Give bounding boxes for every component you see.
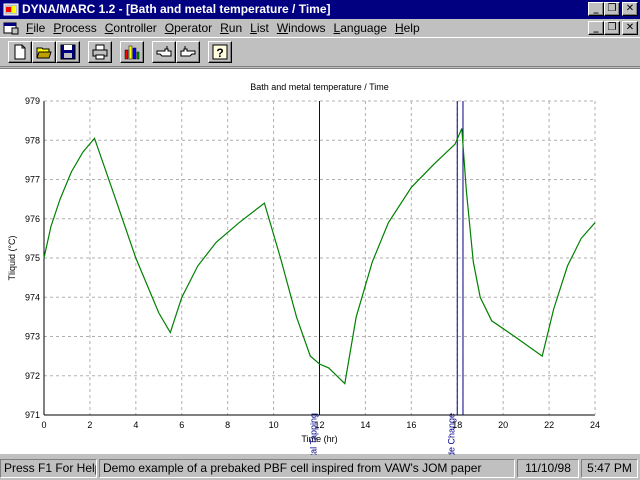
title-bar[interactable]: DYNA/MARC 1.2 - [Bath and metal temperat…	[0, 0, 640, 19]
open-button[interactable]	[32, 41, 56, 63]
hand-right-button[interactable]	[176, 41, 200, 63]
bar-chart-icon	[124, 45, 140, 60]
x-tick-label: 4	[133, 420, 138, 430]
y-tick-label: 979	[25, 96, 40, 106]
event-marker-label: Anode Change	[446, 413, 456, 455]
help-question-icon: ?	[212, 44, 228, 60]
minimize-button[interactable]: _	[588, 2, 604, 16]
menu-bar: File Process Controller Operator Run List Wind…	[0, 19, 640, 37]
y-tick-label: 975	[25, 253, 40, 263]
hand-left-icon	[156, 46, 172, 57]
doc-close-button[interactable]: ✕	[622, 21, 638, 35]
x-tick-label: 14	[360, 420, 370, 430]
status-bar: Press F1 For Help Demo example of a preb…	[0, 456, 640, 480]
y-axis-label: Tliquid (°C)	[7, 235, 17, 280]
restore-icon: ❐	[607, 3, 617, 14]
x-tick-label: 8	[225, 420, 230, 430]
status-date: 11/10/98	[517, 459, 579, 478]
new-button[interactable]	[8, 41, 32, 63]
help-button[interactable]: ?	[208, 41, 232, 63]
x-tick-label: 22	[544, 420, 554, 430]
y-tick-label: 971	[25, 410, 40, 420]
doc-restore-button[interactable]: ❐	[604, 21, 620, 35]
status-help: Press F1 For Help	[0, 459, 97, 478]
new-icon	[14, 44, 26, 60]
status-message: Demo example of a prebaked PBF cell insp…	[99, 459, 515, 478]
minimize-icon: _	[593, 22, 599, 33]
x-tick-label: 6	[179, 420, 184, 430]
restore-button[interactable]: ❐	[604, 2, 620, 16]
close-button[interactable]: ✕	[622, 2, 638, 16]
svg-text:?: ?	[216, 46, 223, 60]
save-disk-icon	[60, 44, 76, 60]
print-icon	[92, 44, 108, 60]
chart-title: Bath and metal temperature / Time	[250, 82, 389, 92]
y-tick-label: 974	[25, 292, 40, 302]
x-tick-label: 24	[590, 420, 600, 430]
y-tick-label: 976	[25, 214, 40, 224]
y-tick-label: 977	[25, 175, 40, 185]
menu-process[interactable]: Process	[49, 21, 100, 35]
y-tick-label: 972	[25, 371, 40, 381]
hand-left-button[interactable]	[152, 41, 176, 63]
document-icon[interactable]	[3, 21, 19, 35]
open-folder-icon	[36, 47, 52, 59]
status-time: 5:47 PM	[581, 459, 638, 478]
x-tick-label: 20	[498, 420, 508, 430]
menu-file[interactable]: File	[22, 21, 49, 35]
y-tick-label: 978	[25, 135, 40, 145]
x-tick-label: 16	[406, 420, 416, 430]
toolbar: ?	[0, 37, 640, 67]
chart-button[interactable]	[120, 41, 144, 63]
app-icon[interactable]	[3, 2, 19, 17]
close-icon: ✕	[625, 22, 635, 33]
menu-run[interactable]: Run	[216, 21, 246, 35]
temperature-chart: 0 2 4 6 8 10 12 14 16 18 20 22 249719729739749759769…	[7, 82, 600, 455]
print-button[interactable]	[88, 41, 112, 63]
menu-language[interactable]: Language	[330, 21, 391, 35]
x-axis-label: Time (hr)	[301, 434, 337, 444]
save-button[interactable]	[56, 41, 80, 63]
x-tick-label: 0	[41, 420, 46, 430]
menu-help[interactable]: Help	[391, 21, 424, 35]
menu-operator[interactable]: Operator	[161, 21, 216, 35]
window-title: DYNA/MARC 1.2 - [Bath and metal temperat…	[22, 2, 331, 16]
x-tick-label: 10	[269, 420, 279, 430]
event-marker-label: Metal Tapping	[309, 413, 319, 455]
hand-right-icon	[180, 46, 196, 57]
restore-icon: ❐	[607, 22, 617, 33]
doc-minimize-button[interactable]: _	[588, 21, 604, 35]
chart-view: 0 2 4 6 8 10 12 14 16 18 20 22 24 971 972 973 974 975 976 9…	[0, 68, 640, 455]
y-tick-label: 973	[25, 332, 40, 342]
menu-windows[interactable]: Windows	[273, 21, 330, 35]
minimize-icon: _	[593, 3, 599, 14]
menu-list[interactable]: List	[246, 21, 273, 35]
menu-controller[interactable]: Controller	[101, 21, 161, 35]
x-tick-label: 2	[87, 420, 92, 430]
close-icon: ✕	[625, 3, 635, 14]
